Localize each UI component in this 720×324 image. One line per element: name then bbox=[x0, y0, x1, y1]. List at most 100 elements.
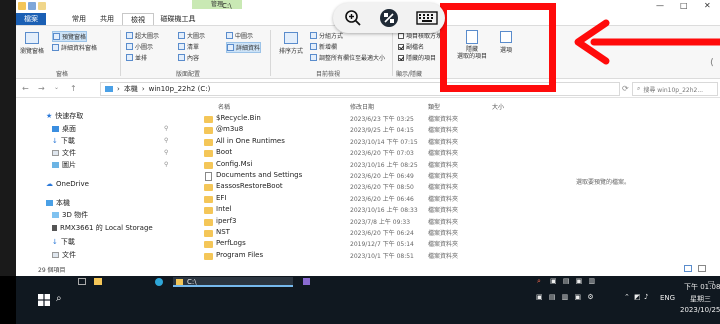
hidden-items-checkbox[interactable] bbox=[398, 54, 404, 61]
back-arrow-icon[interactable]: ← bbox=[22, 84, 29, 93]
table-row[interactable]: All in One Runtimes 2023/10/14 下午 07:15 檔案… bbox=[200, 137, 530, 148]
details-view-icon[interactable] bbox=[684, 265, 692, 272]
tab-view[interactable]: 檢視 bbox=[122, 13, 154, 25]
recent-chevron-icon[interactable]: ⌄ bbox=[54, 84, 59, 91]
nav-desktop-label: 桌面 bbox=[62, 125, 76, 133]
table-row[interactable]: Boot 2023/6/20 下午 07:03 檔案資料夾 bbox=[200, 148, 530, 159]
forward-arrow-icon[interactable]: → bbox=[38, 84, 45, 93]
tab-file[interactable]: 檔案 bbox=[16, 13, 46, 25]
task-view-icon[interactable] bbox=[78, 278, 86, 285]
table-row[interactable]: iperf3 2023/7/8 上午 09:33 檔案資料夾 bbox=[200, 217, 530, 228]
item-checkboxes-checkbox[interactable] bbox=[398, 32, 404, 39]
nav-pc-documents[interactable]: 文件 bbox=[52, 250, 76, 260]
nav-onedrive[interactable]: ☁ OneDrive bbox=[46, 180, 89, 188]
up-arrow-icon[interactable]: ↑ bbox=[70, 84, 77, 93]
refresh-icon[interactable]: ⟳ bbox=[622, 84, 629, 93]
tab-share[interactable]: 共用 bbox=[96, 13, 118, 25]
language-indicator[interactable]: ENG bbox=[660, 294, 675, 302]
column-header-name[interactable]: 名稱 bbox=[218, 102, 230, 111]
tab-home[interactable]: 常用 bbox=[68, 13, 90, 25]
column-header-date[interactable]: 修改日期 bbox=[350, 102, 374, 111]
taskbar-app-icon[interactable] bbox=[303, 278, 310, 285]
nav-phone-storage[interactable]: RMX3661 的 Local Storage bbox=[52, 223, 153, 233]
app-folder-icon bbox=[18, 2, 26, 10]
table-row[interactable]: Intel 2023/10/16 上午 08:33 檔案資料夾 bbox=[200, 205, 530, 216]
keyboard-icon[interactable] bbox=[415, 8, 439, 28]
start-windows-icon[interactable] bbox=[38, 294, 50, 306]
volume-icon[interactable]: ♪ bbox=[644, 293, 648, 301]
zoom-in-icon[interactable] bbox=[343, 8, 363, 28]
layout-tiles[interactable]: 並排 bbox=[126, 53, 147, 62]
add-columns-label: 新增欄 bbox=[319, 44, 338, 51]
pin-icon[interactable]: ⚲ bbox=[164, 161, 168, 168]
layout-content[interactable]: 內容 bbox=[178, 53, 199, 62]
table-row[interactable]: $Recycle.Bin 2023/6/23 下午 03:25 檔案資料夾 bbox=[200, 114, 530, 125]
table-row[interactable]: NST 2023/6/20 下午 06:24 檔案資料夾 bbox=[200, 228, 530, 239]
nav-this-pc[interactable]: 本機 bbox=[46, 198, 70, 208]
folder-icon bbox=[204, 116, 213, 123]
network-icon[interactable]: ◩ bbox=[634, 293, 641, 301]
minimize-button[interactable]: — bbox=[656, 1, 664, 10]
add-columns-button[interactable]: 新增欄 bbox=[310, 42, 337, 51]
tray-icons-row1[interactable]: ▣ ▤ ▣ ▥ bbox=[550, 277, 597, 285]
details-pane-button[interactable]: 詳細資料窗格 bbox=[52, 43, 97, 52]
layout-details[interactable]: 詳細資料 bbox=[226, 42, 262, 53]
layout-extra-large[interactable]: 超大圖示 bbox=[126, 31, 159, 40]
clock-date[interactable]: 2023/10/25 bbox=[680, 306, 720, 314]
maximize-button[interactable]: □ bbox=[680, 1, 688, 10]
layout-tiles-label: 並排 bbox=[135, 55, 148, 62]
table-row[interactable]: EassosRestoreBoot 2023/6/20 下午 08:50 檔案資料夾 bbox=[200, 182, 530, 193]
table-row[interactable]: @m3u8 2023/9/25 上午 04:15 檔案資料夾 bbox=[200, 125, 530, 136]
layout-list[interactable]: 清單 bbox=[178, 42, 199, 51]
quick-access-properties-icon[interactable] bbox=[28, 2, 36, 10]
folder-icon bbox=[204, 184, 213, 192]
hidden-items-toggle[interactable]: 隱藏的項目 bbox=[398, 53, 436, 62]
nav-quick-access[interactable]: ★ 快速存取 bbox=[46, 111, 83, 121]
pin-icon[interactable]: ⚲ bbox=[164, 149, 168, 156]
table-row[interactable]: Config.Msi 2023/10/16 上午 08:25 檔案資料夾 bbox=[200, 160, 530, 171]
tab-drive-tools[interactable]: 磁碟機工具 bbox=[156, 13, 200, 25]
breadcrumb-drive[interactable]: win10p_22h2 (C:) bbox=[149, 85, 211, 93]
group-by-button[interactable]: 分組方式 bbox=[310, 31, 343, 40]
fit-columns-button[interactable]: 調整所有欄位至最適大小 bbox=[310, 53, 385, 62]
tray-search-icon[interactable]: ⌕ bbox=[537, 277, 541, 286]
layout-large[interactable]: 大圖示 bbox=[178, 31, 205, 40]
nav-3d-objects[interactable]: 3D 物件 bbox=[52, 210, 88, 220]
disconnect-icon[interactable] bbox=[379, 8, 399, 28]
breadcrumb-pc[interactable]: 本機 bbox=[124, 84, 138, 94]
nav-documents[interactable]: 文件 bbox=[52, 148, 76, 158]
search-icon[interactable]: ⌕ bbox=[56, 293, 62, 304]
file-type: 檔案資料夾 bbox=[428, 161, 459, 169]
navigation-pane-button[interactable]: 瀏覽窗格 bbox=[20, 32, 44, 55]
edge-icon[interactable] bbox=[155, 278, 163, 286]
pin-icon[interactable]: ⚲ bbox=[164, 125, 168, 132]
tray-chevron-icon[interactable]: ⌃ bbox=[624, 293, 630, 301]
close-button[interactable]: ✕ bbox=[704, 1, 711, 10]
column-header-size[interactable]: 大小 bbox=[492, 102, 504, 111]
nav-desktop[interactable]: 桌面 bbox=[52, 124, 76, 134]
layout-medium[interactable]: 中圖示 bbox=[226, 31, 253, 40]
column-header-type[interactable]: 類型 bbox=[428, 102, 440, 111]
nav-downloads[interactable]: ↓ 下載 bbox=[52, 136, 75, 146]
pin-icon[interactable]: ⚲ bbox=[164, 137, 168, 144]
file-extensions-toggle[interactable]: 副檔名 bbox=[398, 42, 424, 51]
quick-access-new-folder-icon[interactable] bbox=[38, 2, 46, 10]
clock-weekday[interactable]: 星期三 bbox=[690, 294, 711, 304]
search-input[interactable]: ⌕ 搜尋 win10p_22h2... bbox=[632, 82, 718, 96]
sort-by-button[interactable]: 排序方式 bbox=[276, 32, 306, 55]
tray-icons-row2[interactable]: ▣ ▤ ▥ ▣ ⚙ bbox=[536, 293, 596, 301]
details-icon bbox=[227, 44, 234, 51]
taskbar-active-window[interactable]: C:\ bbox=[173, 277, 293, 287]
table-row[interactable]: Program Files 2023/10/1 下午 08:51 檔案資料夾 bbox=[200, 251, 530, 262]
table-row[interactable]: Documents and Settings 2023/6/20 上午 06:49… bbox=[200, 171, 530, 182]
layout-small[interactable]: 小圖示 bbox=[126, 42, 153, 51]
table-row[interactable]: PerfLogs 2019/12/7 下午 05:14 檔案資料夾 bbox=[200, 239, 530, 250]
preview-pane-button[interactable]: 預覽窗格 bbox=[52, 31, 88, 42]
table-row[interactable]: EFI 2023/6/20 上午 06:46 檔案資料夾 bbox=[200, 194, 530, 205]
nav-pictures[interactable]: 圖片 bbox=[52, 160, 76, 170]
large-icon-view-icon[interactable] bbox=[698, 265, 706, 272]
file-explorer-taskbar-icon[interactable] bbox=[94, 278, 102, 285]
notification-icon[interactable]: ▭ bbox=[708, 278, 715, 286]
file-extensions-checkbox[interactable] bbox=[398, 43, 404, 50]
nav-pc-downloads[interactable]: ↓ 下載 bbox=[52, 237, 75, 247]
